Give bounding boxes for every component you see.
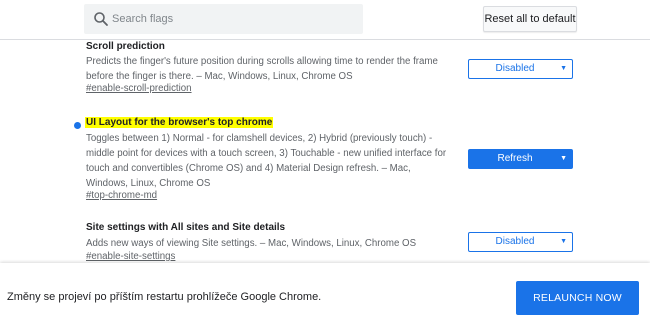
dropdown-arrow-icon: ▼ xyxy=(560,155,567,162)
flag-description: Adds new ways of viewing Site settings. … xyxy=(86,238,417,249)
flag-title: UI Layout for the browser's top chrome xyxy=(85,117,274,128)
search-icon xyxy=(93,11,109,27)
search-input[interactable] xyxy=(112,4,352,34)
relaunch-footer: Změny se projeví po příštím restartu pro… xyxy=(0,263,650,326)
relaunch-button[interactable]: RELAUNCH NOW xyxy=(516,281,639,315)
flag-description: Predicts the finger's future position du… xyxy=(86,56,438,82)
flag-state-select[interactable]: Disabled ▼ xyxy=(468,59,573,79)
flag-link[interactable]: #enable-scroll-prediction xyxy=(86,83,192,94)
flag-description: Toggles between 1) Normal - for clamshel… xyxy=(86,133,447,189)
select-value: Disabled xyxy=(495,236,535,247)
restart-message: Změny se projeví po příštím restartu pro… xyxy=(7,291,322,303)
flag-title: Scroll prediction xyxy=(86,41,165,52)
flag-title: Site settings with All sites and Site de… xyxy=(86,222,286,233)
dropdown-arrow-icon: ▼ xyxy=(560,238,567,245)
flag-link[interactable]: #top-chrome-md xyxy=(86,190,157,201)
dropdown-arrow-icon: ▼ xyxy=(560,65,567,72)
header-bar: Reset all to default xyxy=(0,0,650,40)
flag-link[interactable]: #enable-site-settings xyxy=(86,251,175,262)
flags-list: Scroll prediction Predicts the finger's … xyxy=(0,41,650,262)
flag-state-select[interactable]: Disabled ▼ xyxy=(468,232,573,252)
search-box[interactable] xyxy=(84,4,363,34)
flag-state-select[interactable]: Refresh ▼ xyxy=(468,149,573,169)
modified-indicator-dot xyxy=(74,122,81,129)
select-value: Disabled xyxy=(495,63,535,74)
reset-all-button[interactable]: Reset all to default xyxy=(483,6,577,32)
select-value: Refresh xyxy=(497,153,533,164)
